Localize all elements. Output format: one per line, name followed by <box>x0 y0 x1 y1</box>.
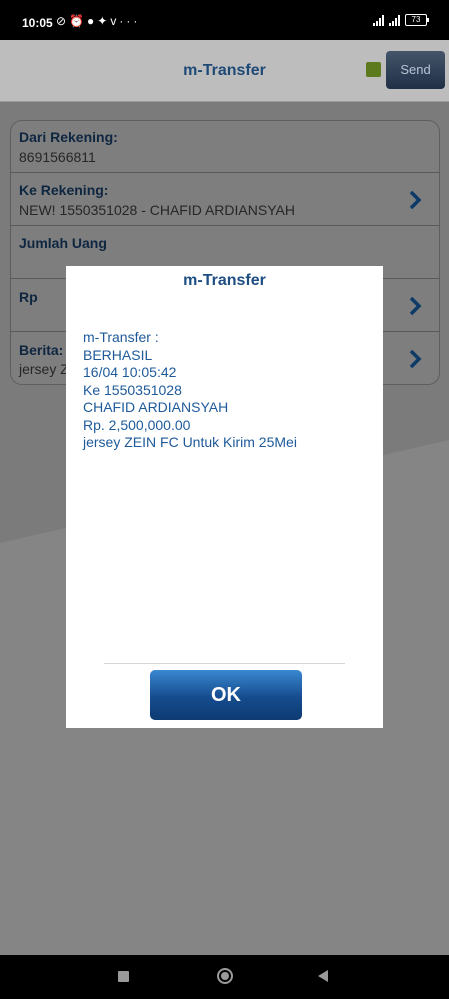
dialog-title: m-Transfer <box>183 272 266 289</box>
system-nav-bar <box>0 955 449 999</box>
back-icon[interactable] <box>318 970 328 982</box>
message-line: BERHASIL <box>83 346 153 363</box>
signal-icon-2 <box>389 14 400 26</box>
status-bar: 10:05 ⊘⏰●✦v··· 73 <box>0 0 449 40</box>
notification-icons: ⊘⏰●✦v··· <box>56 14 140 28</box>
berita-label: Berita: <box>19 342 64 358</box>
silent-icon: ⊘ <box>56 14 70 28</box>
chevron-right-icon <box>409 296 422 316</box>
status-right: 73 <box>373 14 429 26</box>
dari-rekening-label: Dari Rekening: <box>19 129 118 145</box>
ok-button[interactable]: OK <box>150 670 302 720</box>
result-dialog: m-Transfer m-Transfer : BERHASIL 16/04 1… <box>66 266 383 728</box>
dari-rekening-value: 8691566811 <box>19 149 96 165</box>
send-button[interactable]: Send <box>386 51 445 89</box>
row-dari-rekening: Dari Rekening: 8691566811 <box>11 121 439 173</box>
status-time: 10:05 <box>22 16 53 30</box>
more-icon: ··· <box>119 14 141 28</box>
recents-icon[interactable] <box>118 971 129 982</box>
chevron-right-icon <box>409 349 422 369</box>
message-line: m-Transfer : <box>83 329 159 345</box>
message-line: Rp. 2,500,000.00 <box>83 416 191 433</box>
page-title: m-Transfer <box>183 62 266 79</box>
rp-label: Rp <box>19 289 38 305</box>
jumlah-uang-label: Jumlah Uang <box>19 235 107 251</box>
dialog-divider <box>104 663 345 664</box>
app-header: m-Transfer Send <box>0 40 449 102</box>
berita-value: jersey Z <box>19 361 69 377</box>
vimeo-icon: v <box>110 14 120 28</box>
chevron-right-icon <box>409 190 422 210</box>
signal-icon <box>373 14 384 26</box>
battery-icon: 73 <box>405 14 429 26</box>
row-ke-rekening[interactable]: Ke Rekening: NEW! 1550351028 - CHAFID AR… <box>11 173 439 226</box>
whatsapp-icon: ● <box>87 14 98 28</box>
status-led <box>366 62 381 77</box>
home-icon[interactable] <box>217 968 233 984</box>
message-line: 16/04 10:05:42 <box>83 364 177 380</box>
alarm-icon: ⏰ <box>69 14 88 28</box>
dialog-message: m-Transfer : BERHASIL 16/04 10:05:42 Ke … <box>83 329 373 452</box>
message-line: jersey ZEIN FC Untuk Kirim 25Mei <box>83 434 297 450</box>
ke-rekening-label: Ke Rekening: <box>19 182 109 198</box>
message-line: CHAFID ARDIANSYAH <box>83 399 229 415</box>
message-line: Ke 1550351028 <box>83 381 182 398</box>
ke-rekening-value: NEW! 1550351028 - CHAFID ARDIANSYAH <box>19 202 295 218</box>
twitter-icon: ✦ <box>97 14 111 28</box>
